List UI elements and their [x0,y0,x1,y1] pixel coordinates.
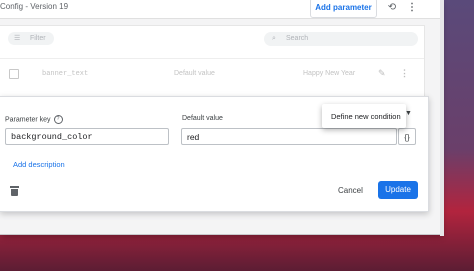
trash-icon[interactable] [10,186,19,196]
search-input[interactable]: ⌕ Search [264,32,418,46]
parameter-key-input[interactable]: background_color [5,128,169,145]
page-header: Config - Version 19 Add parameter ⟲ ⋮ [0,0,440,19]
history-icon[interactable]: ⟲ [386,2,398,14]
add-description-link[interactable]: Add description [13,160,65,169]
cancel-button[interactable]: Cancel [338,186,363,195]
json-braces-button[interactable]: {} [398,128,416,145]
default-value-label: Default value [182,115,223,122]
trash-lid [10,186,19,188]
define-new-condition-menu-item[interactable]: Define new condition [331,112,401,121]
search-placeholder: Search [286,35,309,42]
default-value-input[interactable]: red [181,128,397,145]
row-condition-value: Happy New Year [303,70,356,77]
table-row: banner_text Default value Happy New Year… [0,58,424,87]
update-button[interactable]: Update [378,181,418,199]
window-edge [440,0,444,236]
parameters-table: ☰ Filter ⌕ Search banner_text Default va… [0,25,425,102]
trash-bin [11,189,18,196]
condition-menu: Define new condition [322,104,406,128]
page-title: Config - Version 19 [0,2,69,11]
search-icon: ⌕ [272,35,276,42]
filter-icon: ☰ [14,35,21,42]
app-window: Config - Version 19 Add parameter ⟲ ⋮ ☰ … [0,0,441,235]
filter-label: Filter [30,35,46,42]
edit-icon[interactable]: ✎ [378,68,386,79]
chevron-down-icon[interactable]: ▼ [405,110,412,117]
row-default-value: Default value [174,70,215,77]
parameter-key-label: Parameter key? [5,115,63,124]
filter-button[interactable]: ☰ Filter [8,32,54,45]
add-parameter-button[interactable]: Add parameter [310,0,377,18]
help-icon[interactable]: ? [53,115,63,124]
more-vert-icon[interactable]: ⋮ [406,2,418,14]
row-checkbox[interactable] [9,69,19,79]
row-key: banner_text [42,70,89,78]
row-more-icon[interactable]: ⋮ [400,68,409,79]
